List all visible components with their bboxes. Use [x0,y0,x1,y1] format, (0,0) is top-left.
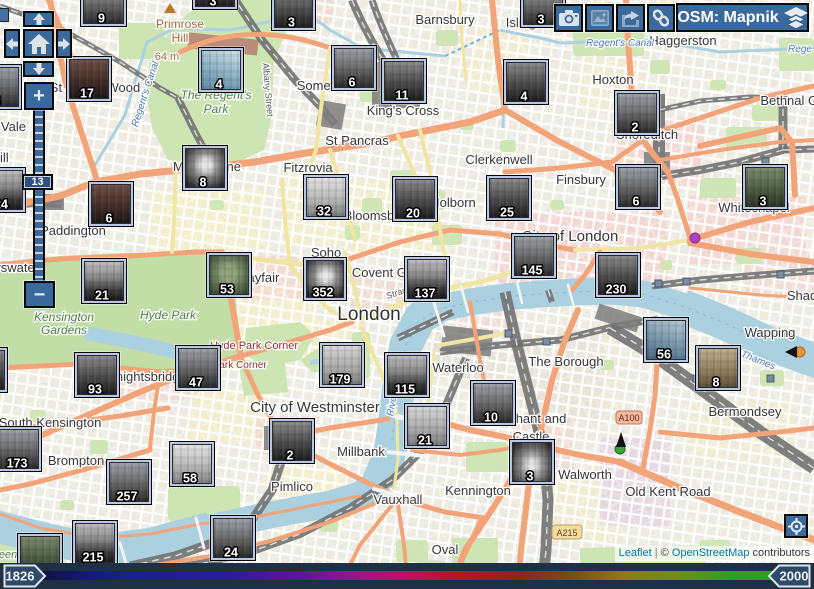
svg-text:Old Kent Road: Old Kent Road [625,484,710,499]
svg-text:145: 145 [522,264,543,278]
svg-text:St Pancras: St Pancras [325,133,389,148]
svg-text:Park: Park [204,102,230,116]
svg-text:een: een [0,549,17,561]
svg-text:230: 230 [606,283,627,297]
svg-text:2: 2 [632,121,639,135]
svg-text:2: 2 [287,449,294,463]
svg-text:Shad: Shad [787,288,814,303]
svg-text:25: 25 [500,206,514,220]
svg-text:Waterloo: Waterloo [432,360,484,375]
svg-text:8: 8 [200,176,207,190]
svg-text:2000: 2000 [780,569,809,584]
svg-text:Pimlico: Pimlico [271,479,313,494]
svg-text:Walworth: Walworth [558,467,612,482]
svg-text:3: 3 [527,470,534,484]
svg-text:17: 17 [80,87,94,101]
svg-text:115: 115 [395,383,415,397]
svg-text:11: 11 [395,89,408,103]
svg-text:6: 6 [349,76,356,90]
svg-text:58: 58 [183,472,197,486]
svg-text:24: 24 [0,198,8,212]
svg-text:32: 32 [317,205,331,219]
svg-text:24: 24 [224,546,238,560]
svg-text:179: 179 [330,373,351,387]
svg-text:Kennington: Kennington [445,483,511,498]
svg-text:Regent's Canal: Regent's Canal [586,38,655,49]
svg-text:53: 53 [220,283,234,297]
svg-text:The Borough: The Borough [528,354,603,369]
svg-text:3: 3 [288,16,295,30]
svg-text:Hill: Hill [172,31,189,45]
svg-text:3: 3 [760,195,767,209]
svg-text:Bethnal Gre: Bethnal Gre [760,93,814,108]
svg-text:4: 4 [521,90,528,104]
svg-text:ark Corner: ark Corner [219,360,267,371]
svg-text:Hyde Park: Hyde Park [140,308,197,322]
svg-text:Oval: Oval [432,542,459,557]
svg-text:64 m: 64 m [155,51,179,63]
svg-text:3: 3 [538,13,545,27]
svg-text:9: 9 [98,12,105,26]
svg-text:A100: A100 [618,413,639,423]
svg-text:1826: 1826 [6,569,35,584]
svg-text:8: 8 [713,376,720,390]
svg-text:Gardens: Gardens [41,323,87,337]
svg-text:Brompton: Brompton [48,453,104,468]
svg-text:Hyde Park Corner: Hyde Park Corner [210,340,298,352]
svg-text:Kensington: Kensington [34,310,94,324]
svg-text:Vauxhall: Vauxhall [374,492,423,507]
svg-text:173: 173 [7,457,28,471]
svg-text:20: 20 [406,207,420,221]
svg-text:257: 257 [117,490,138,504]
svg-text:Primrose: Primrose [156,17,204,31]
svg-text:21: 21 [95,289,109,303]
svg-text:10: 10 [484,411,498,425]
svg-text:London: London [337,304,400,325]
svg-text:ill: ill [0,150,9,165]
svg-text:352: 352 [313,286,334,300]
svg-text:King's Cross: King's Cross [367,103,440,118]
svg-text:a Vale: a Vale [0,119,26,134]
svg-text:6: 6 [106,212,113,226]
svg-text:56: 56 [657,348,671,362]
svg-text:Bermondsey: Bermondsey [709,404,782,419]
svg-text:Rege: Rege [788,44,812,55]
svg-text:6: 6 [633,195,640,209]
svg-text:Barnsbury: Barnsbury [415,12,475,27]
svg-text:Fitzrovia: Fitzrovia [283,160,333,175]
svg-text:City of Westminster: City of Westminster [250,399,380,416]
svg-text:Clerkenwell: Clerkenwell [465,152,532,167]
svg-text:Hoxton: Hoxton [592,72,633,87]
svg-text:3: 3 [210,0,217,9]
svg-text:Millbank: Millbank [337,444,385,459]
svg-text:5: 5 [0,95,1,109]
svg-text:Haggerston: Haggerston [649,33,716,48]
svg-text:93: 93 [88,383,102,397]
svg-text:47: 47 [189,376,203,390]
svg-text:137: 137 [415,287,436,301]
svg-text:4: 4 [216,78,223,92]
svg-text:A215: A215 [556,528,577,538]
svg-text:Finsbury: Finsbury [556,172,606,187]
svg-text:21: 21 [418,434,432,448]
svg-text:Wapping: Wapping [745,325,796,340]
